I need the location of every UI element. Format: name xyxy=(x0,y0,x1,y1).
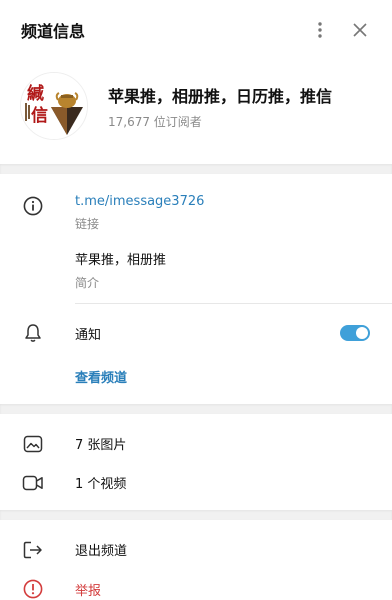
channel-name: 苹果推，相册推，日历推，推信 xyxy=(108,86,333,106)
svg-text:信: 信 xyxy=(31,105,48,126)
channel-profile: 緘 信 苹果推，相册推，日历推，推信 17,677 位订阅者 xyxy=(0,60,392,164)
photo-icon xyxy=(22,435,44,453)
media-section: 7 张图片 1 个视频 xyxy=(0,414,392,510)
panel-header: 频道信息 xyxy=(0,0,392,60)
section-separator xyxy=(0,404,392,414)
report-button[interactable]: 举报 xyxy=(75,580,370,599)
view-channel-row: 查看频道 xyxy=(0,367,392,404)
link-caption: 链接 xyxy=(75,217,100,231)
videos-row[interactable]: 1 个视频 xyxy=(0,473,392,492)
channel-description: 苹果推，相册推 xyxy=(75,253,167,268)
channel-link[interactable]: t.me/imessage3726 xyxy=(75,194,370,209)
info-section: t.me/imessage3726 链接 苹果推，相册推 简介 通知 查看频道 xyxy=(0,174,392,404)
report-row[interactable]: 举报 xyxy=(0,579,392,599)
view-channel-button[interactable]: 查看频道 xyxy=(75,367,370,386)
videos-count: 1 个视频 xyxy=(75,477,127,492)
photos-count: 7 张图片 xyxy=(75,438,127,453)
info-icon xyxy=(22,196,44,216)
bell-icon xyxy=(22,323,44,343)
more-options-icon[interactable] xyxy=(308,18,332,42)
panel-title: 频道信息 xyxy=(21,22,86,41)
channel-avatar[interactable]: 緘 信 xyxy=(20,72,88,140)
about-row: 苹果推，相册推 简介 xyxy=(0,249,392,291)
close-icon[interactable] xyxy=(348,18,372,42)
link-row[interactable]: t.me/imessage3726 链接 xyxy=(0,194,392,232)
subscriber-count: 17,677 位订阅者 xyxy=(108,114,202,129)
notifications-label: 通知 xyxy=(75,327,102,343)
svg-text:緘: 緘 xyxy=(27,83,44,104)
actions-section: 退出频道 举报 xyxy=(0,520,392,599)
video-icon xyxy=(22,475,44,491)
section-separator xyxy=(0,164,392,174)
photos-row[interactable]: 7 张图片 xyxy=(0,434,392,453)
logout-icon xyxy=(22,541,44,559)
leave-channel-button[interactable]: 退出频道 xyxy=(75,540,370,559)
divider xyxy=(75,303,392,304)
notifications-row[interactable]: 通知 xyxy=(0,323,392,343)
section-separator xyxy=(0,510,392,520)
leave-channel-row[interactable]: 退出频道 xyxy=(0,540,392,559)
description-caption: 简介 xyxy=(75,276,100,290)
report-icon xyxy=(22,579,44,599)
notifications-toggle[interactable] xyxy=(340,325,370,341)
